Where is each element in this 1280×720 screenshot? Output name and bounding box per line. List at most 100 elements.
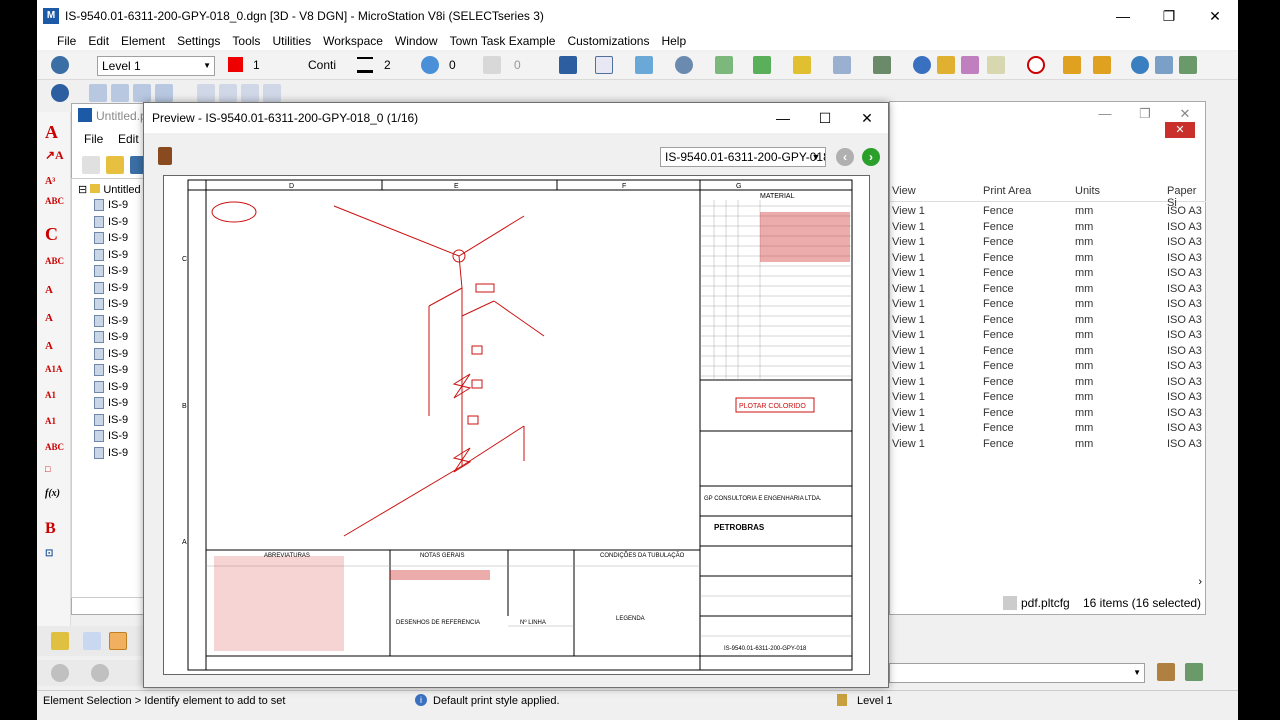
color-swatch-icon[interactable] — [228, 57, 243, 72]
tree-item[interactable]: IS-9 — [94, 381, 128, 393]
menu-element[interactable]: Element — [121, 34, 165, 48]
image-icon[interactable] — [715, 56, 733, 74]
chevron-right-icon[interactable]: › — [1198, 576, 1202, 588]
horizontal-scrollbar[interactable]: › — [890, 576, 1206, 590]
info-icon[interactable] — [913, 56, 931, 74]
col-view[interactable]: View — [892, 185, 916, 197]
sheet-select[interactable]: IS-9540.01-6311-200-GPY-018_0 ▼ — [660, 147, 826, 167]
grid-snap-icon[interactable] — [109, 632, 127, 650]
tree-item[interactable]: IS-9 — [94, 331, 128, 344]
lock-icon[interactable] — [837, 694, 847, 706]
text-change-icon[interactable]: A1 — [45, 390, 56, 400]
table-row[interactable]: View 1 Fence mm ISO A3 — [890, 251, 1206, 267]
maximize-button[interactable]: ❐ — [1146, 0, 1192, 32]
cube-iso-icon[interactable] — [155, 84, 173, 102]
no-symbol-icon[interactable] — [1027, 56, 1045, 74]
tree-item[interactable]: IS-9 — [94, 447, 128, 459]
preview-maximize-button[interactable]: ☐ — [804, 103, 846, 133]
next-sheet-button[interactable]: › — [862, 148, 880, 166]
organizer-maximize-button[interactable]: ❐ — [1125, 102, 1165, 126]
document-icon[interactable] — [595, 56, 613, 74]
tree-root[interactable]: ⊟ Untitled — [78, 183, 141, 196]
print-icon[interactable] — [1179, 56, 1197, 74]
text-function-icon[interactable]: f(x) — [45, 488, 60, 499]
cube-front-icon[interactable] — [111, 84, 129, 102]
key-in-icon[interactable] — [1063, 56, 1081, 74]
untitled-menu-edit[interactable]: Edit — [118, 132, 139, 146]
tree-item[interactable]: IS-9 — [94, 364, 128, 377]
table-row[interactable]: View 1 Fence mm ISO A3 — [890, 421, 1206, 437]
table-row[interactable]: View 1 Fence mm ISO A3 — [890, 375, 1206, 391]
minimize-button[interactable]: — — [1100, 0, 1146, 32]
key-in-2-icon[interactable] — [1093, 56, 1111, 74]
text-scale-icon[interactable]: A³ — [45, 176, 55, 187]
forward-icon[interactable] — [91, 664, 109, 682]
cube-iso2-icon[interactable] — [263, 84, 281, 102]
references-icon[interactable] — [1131, 56, 1149, 74]
table-row[interactable]: View 1 Fence mm ISO A3 — [890, 235, 1206, 251]
place-text-icon[interactable]: A — [45, 122, 58, 143]
models-icon[interactable] — [1155, 56, 1173, 74]
table-row[interactable]: View 1 Fence mm ISO A3 — [890, 406, 1206, 422]
menu-town-task-example[interactable]: Town Task Example — [450, 34, 556, 48]
open-folder-icon[interactable] — [106, 156, 124, 174]
tree-item[interactable]: IS-9 — [94, 232, 128, 245]
status-level[interactable]: Level 1 — [857, 695, 892, 707]
menu-customizations[interactable]: Customizations — [567, 34, 649, 48]
table-row[interactable]: View 1 Fence mm ISO A3 — [890, 266, 1206, 282]
tree-item[interactable]: IS-9 — [94, 315, 128, 327]
table-row[interactable]: View 1 Fence mm ISO A3 — [890, 344, 1206, 360]
tree-item[interactable]: IS-9 — [94, 282, 128, 294]
layers-icon[interactable] — [753, 56, 771, 74]
table-row[interactable]: View 1 Fence mm ISO A3 — [890, 204, 1206, 220]
close-red-icon[interactable]: ✕ — [1165, 122, 1195, 138]
tree-item[interactable]: IS-9 — [94, 216, 128, 228]
text-increment-icon[interactable]: A — [45, 284, 53, 296]
preview-minimize-button[interactable]: — — [762, 103, 804, 133]
tree-item[interactable]: IS-9 — [94, 348, 128, 360]
line-weight-icon[interactable] — [357, 57, 373, 73]
cube-back-icon[interactable] — [219, 84, 237, 102]
tree-item[interactable]: IS-9 — [94, 249, 128, 261]
tree-item[interactable]: IS-9 — [94, 397, 128, 410]
edit-text-icon[interactable]: ↗A — [45, 148, 64, 163]
preview-close-button[interactable]: ✕ — [846, 103, 888, 133]
bottom-combo[interactable]: ▼ — [889, 663, 1145, 683]
organizer-minimize-button[interactable]: — — [1085, 102, 1125, 126]
menu-edit[interactable]: Edit — [88, 34, 109, 48]
text-match-icon[interactable]: A1A — [45, 364, 63, 374]
cube-left-icon[interactable] — [197, 84, 215, 102]
close-button[interactable]: ✕ — [1192, 0, 1238, 32]
active-view-icon[interactable] — [51, 56, 69, 74]
bold-text-icon[interactable]: B — [45, 520, 56, 538]
col-units[interactable]: Units — [1075, 185, 1100, 197]
priority-value[interactable]: 0 — [514, 58, 521, 72]
text-select-icon[interactable]: ⊡ — [45, 548, 53, 559]
tree-item[interactable]: IS-9 — [94, 199, 128, 212]
menu-utilities[interactable]: Utilities — [272, 34, 311, 48]
element-select-icon[interactable] — [51, 632, 69, 650]
cube-right-icon[interactable] — [133, 84, 151, 102]
color-value[interactable]: 1 — [253, 58, 260, 72]
level-combo[interactable]: Level 1 ▼ — [97, 56, 215, 76]
cube-top-icon[interactable] — [89, 84, 107, 102]
transparency-icon[interactable] — [421, 56, 439, 74]
menu-window[interactable]: Window — [395, 34, 438, 48]
table-row[interactable]: View 1 Fence mm ISO A3 — [890, 359, 1206, 375]
table-row[interactable]: View 1 Fence mm ISO A3 — [890, 297, 1206, 313]
table-row[interactable]: View 1 Fence mm ISO A3 — [890, 220, 1206, 236]
back-icon[interactable] — [51, 664, 69, 682]
plot-icon[interactable] — [1157, 663, 1175, 681]
new-file-icon[interactable] — [82, 156, 100, 174]
untitled-menu-file[interactable]: File — [84, 132, 103, 146]
rotate-icon[interactable] — [51, 84, 69, 102]
brush-icon[interactable] — [158, 147, 172, 165]
view-cube-icon[interactable] — [559, 56, 577, 74]
col-print-area[interactable]: Print Area — [983, 185, 1031, 197]
smartline-icon[interactable] — [83, 632, 101, 650]
snap-icon[interactable] — [833, 56, 851, 74]
plot-settings-icon[interactable] — [1185, 663, 1203, 681]
text-enter-icon[interactable]: □ — [45, 464, 50, 474]
stack-icon[interactable] — [793, 56, 811, 74]
table-row[interactable]: View 1 Fence mm ISO A3 — [890, 437, 1206, 453]
